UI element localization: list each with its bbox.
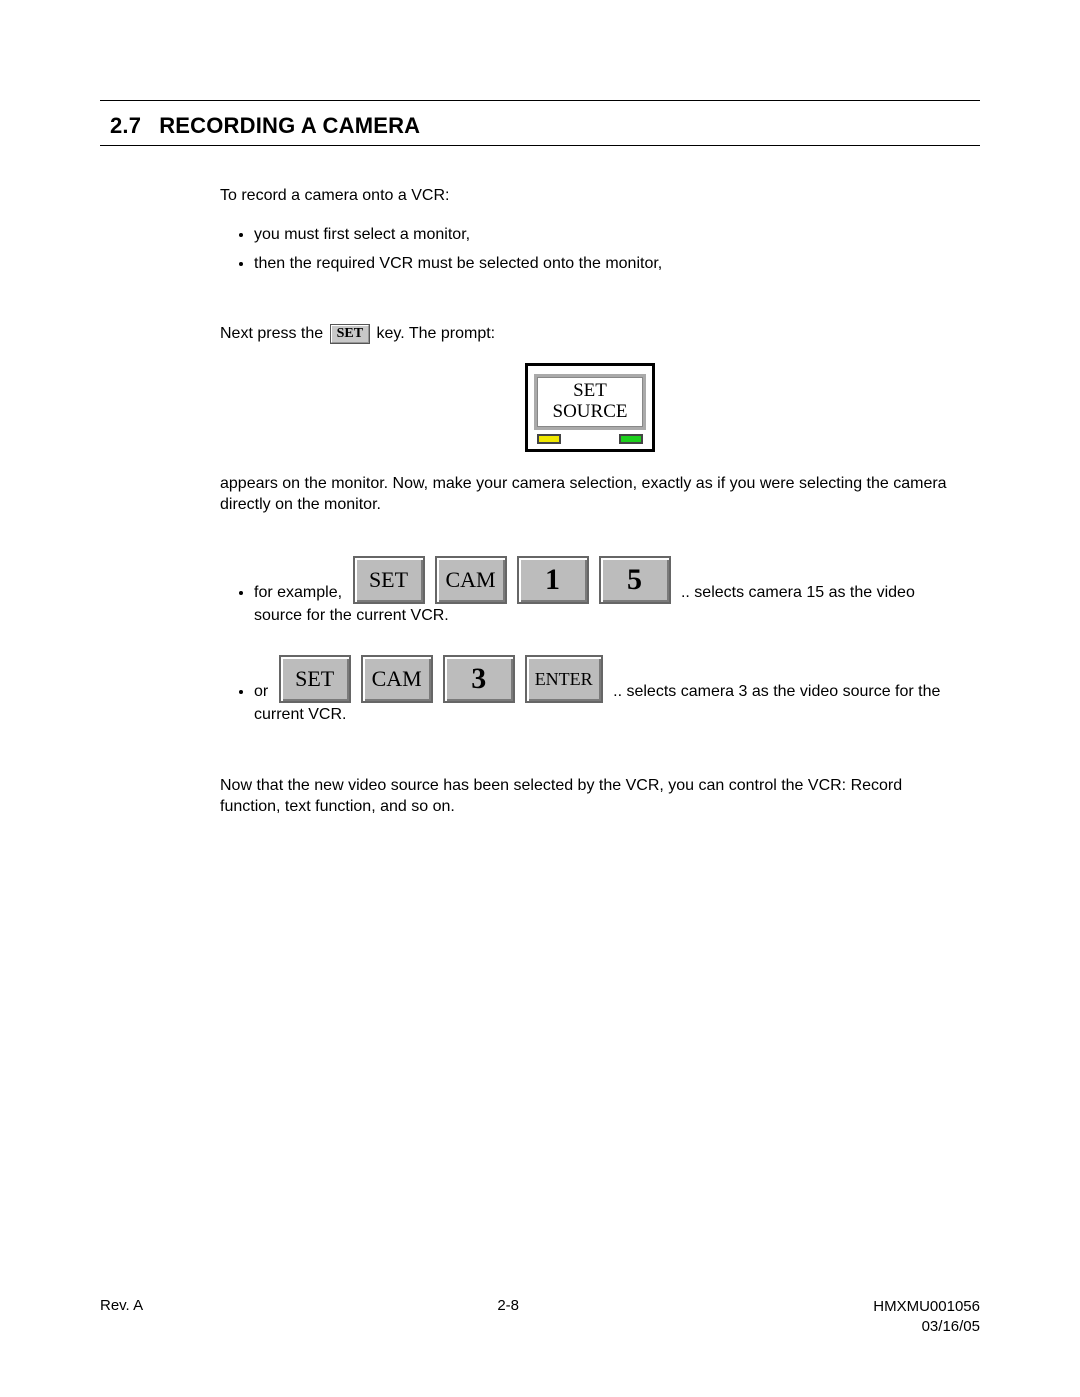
footer-doc-id: HMXMU001056 — [873, 1298, 980, 1315]
monitor-status-bar — [534, 430, 646, 445]
press-text-after: key. The prompt: — [377, 326, 496, 343]
intro-text: To record a camera onto a VCR: — [220, 186, 960, 207]
press-instruction: Next press the SET key. The prompt: — [220, 324, 960, 345]
key-sequence: SET CAM 1 5 — [353, 556, 671, 604]
rule-top — [100, 100, 980, 101]
monitor-screen: SET SOURCE — [534, 374, 646, 430]
rule-under-heading — [100, 145, 980, 146]
section-number: 2.7 — [110, 113, 141, 139]
digit-key-3: 3 — [443, 655, 515, 703]
example-lead: for example, — [254, 584, 342, 601]
footer-date: 03/16/05 — [922, 1318, 980, 1335]
list-item: then the required VCR must be selected o… — [254, 254, 960, 275]
press-text-before: Next press the — [220, 326, 323, 343]
content-area: To record a camera onto a VCR: you must … — [220, 186, 960, 818]
closing-text: Now that the new video source has been s… — [220, 776, 960, 818]
example-lead: or — [254, 683, 268, 700]
cam-key: CAM — [361, 655, 433, 703]
cam-key: CAM — [435, 556, 507, 604]
examples-list: for example, SET CAM 1 5 .. selects came… — [220, 556, 960, 726]
status-light-green-icon — [619, 434, 643, 444]
monitor-prompt: SET SOURCE — [525, 363, 655, 452]
set-key: SET — [279, 655, 351, 703]
document-page: 2.7 RECORDING A CAMERA To record a camer… — [0, 0, 1080, 1397]
footer-docinfo: HMXMU001056 03/16/05 — [873, 1297, 980, 1338]
key-sequence: SET CAM 3 ENTER — [279, 655, 603, 703]
section-heading: 2.7 RECORDING A CAMERA — [110, 113, 980, 139]
after-monitor-text: appears on the monitor. Now, make your c… — [220, 474, 960, 516]
monitor-line1: SET — [537, 381, 643, 402]
list-item: or SET CAM 3 ENTER .. selects camera 3 a… — [254, 655, 960, 726]
list-item: you must first select a monitor, — [254, 225, 960, 246]
page-footer: Rev. A 2-8 HMXMU001056 03/16/05 — [100, 1297, 980, 1338]
list-item: for example, SET CAM 1 5 .. selects came… — [254, 556, 960, 627]
digit-key-5: 5 — [599, 556, 671, 604]
monitor-line2: SOURCE — [537, 402, 643, 423]
digit-key-1: 1 — [517, 556, 589, 604]
footer-rev: Rev. A — [100, 1297, 143, 1314]
status-light-yellow-icon — [537, 434, 561, 444]
prereq-list: you must first select a monitor, then th… — [220, 225, 960, 275]
enter-key: ENTER — [525, 655, 603, 703]
set-key-inline: SET — [330, 324, 370, 344]
set-key: SET — [353, 556, 425, 604]
footer-page-number: 2-8 — [497, 1297, 519, 1314]
section-title: RECORDING A CAMERA — [159, 113, 420, 139]
